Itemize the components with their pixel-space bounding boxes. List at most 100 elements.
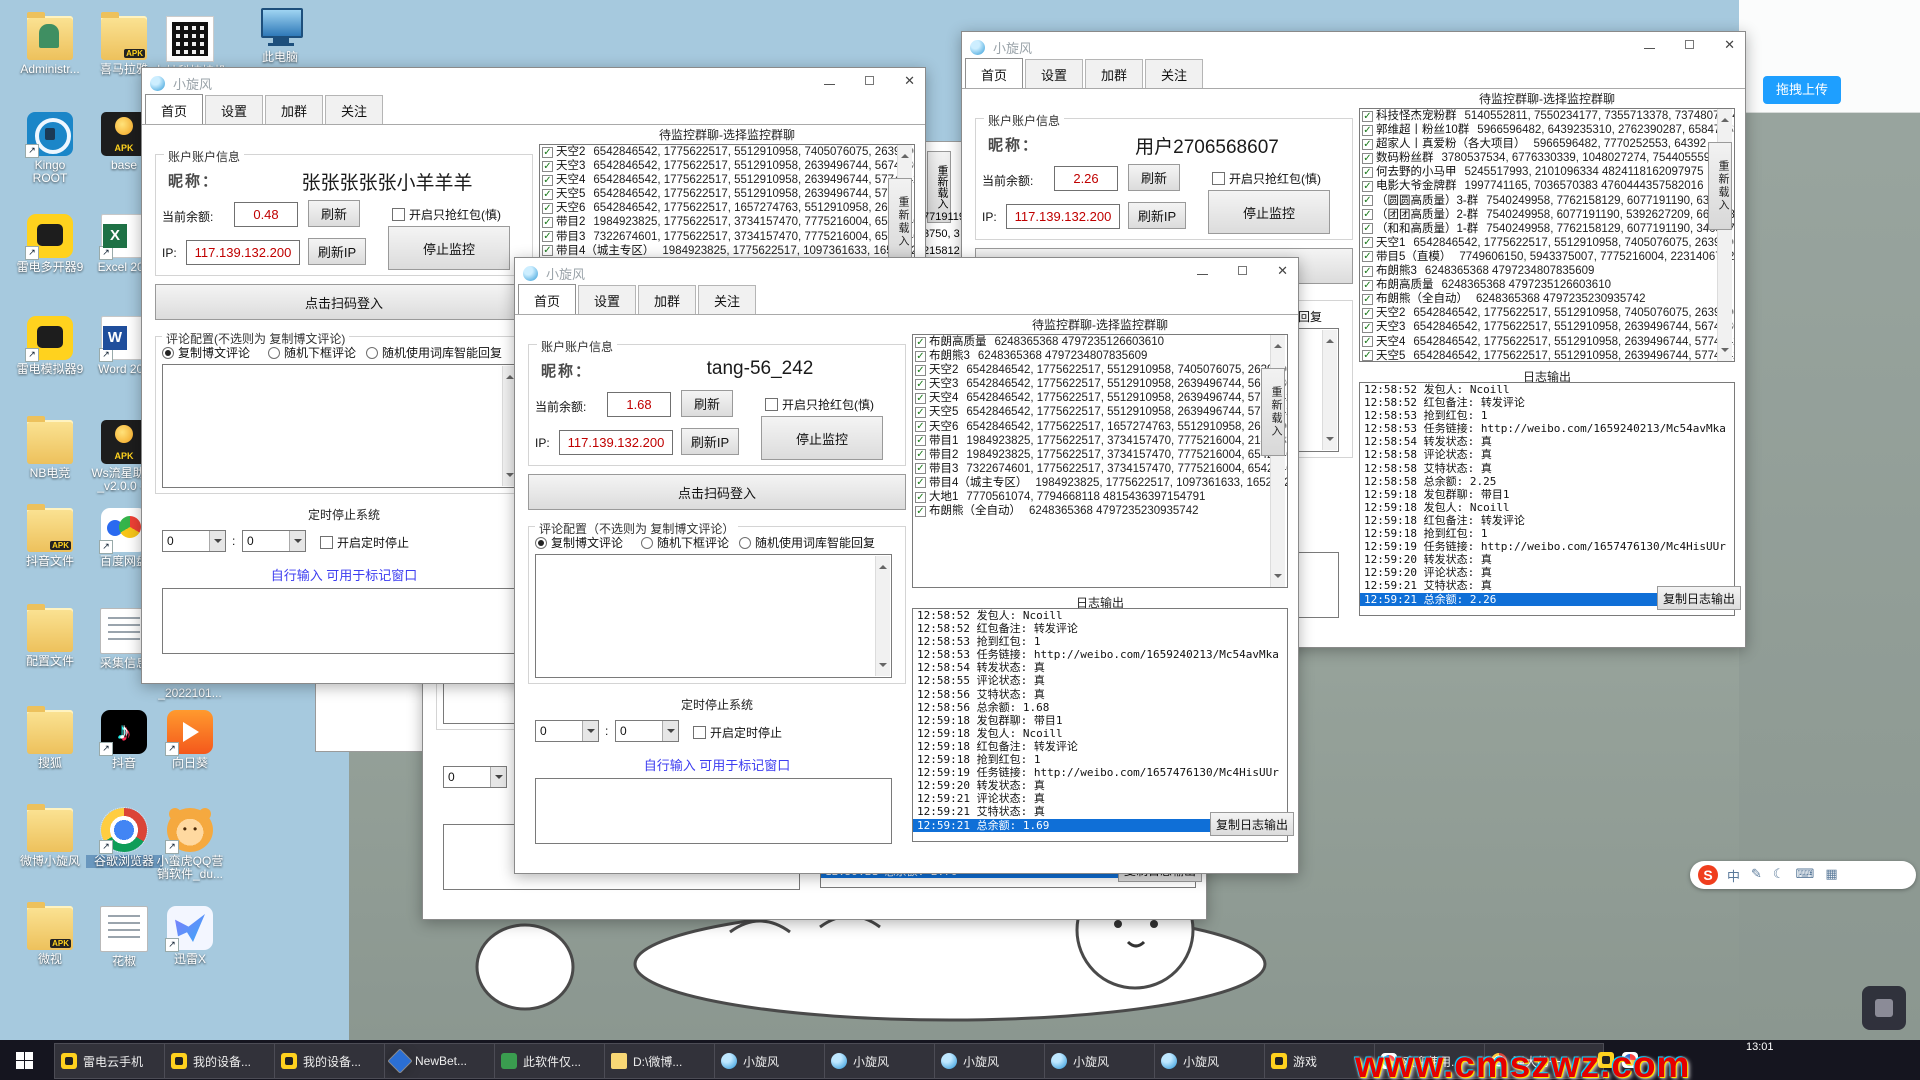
sun-icon[interactable]: ↗ [165, 710, 213, 756]
folderapk-icon[interactable] [101, 12, 147, 60]
group-list[interactable]: ✓ 科技怪杰宠粉群 5140552811, 7550234177, 73557133… [1359, 108, 1735, 362]
log-line[interactable]: 12:59:20 评论状态: 真 [1360, 566, 1734, 579]
refresh-button[interactable]: 刷新 [681, 390, 733, 417]
scroll-down-icon[interactable] [506, 473, 514, 481]
log-line[interactable]: 12:59:19 任务链接: http://weibo.com/16574761… [1360, 540, 1734, 553]
log-line[interactable]: 12:59:18 红包备注: 转发评论 [913, 740, 1287, 753]
checkbox-checked-icon[interactable]: ✓ [915, 350, 926, 362]
group-row[interactable]: ✓ 天空3 6542846542, 1775622517, 5512910958, … [1360, 320, 1734, 334]
checkbox-checked-icon[interactable]: ✓ [542, 231, 553, 243]
checkbox-checked-icon[interactable]: ✓ [1362, 181, 1373, 193]
checkbox-checked-icon[interactable]: ✓ [1362, 237, 1373, 249]
log-line[interactable]: 12:59:20 转发状态: 真 [1360, 553, 1734, 566]
scan-login-button[interactable]: 点击扫码登入 [155, 284, 533, 320]
checkbox-checked-icon[interactable]: ✓ [915, 463, 926, 475]
group-row[interactable]: ✓ 布朗熊（全自动） 6248365368 4797235230935742 [1360, 292, 1734, 306]
radio-selected-icon[interactable] [535, 536, 547, 549]
log-line[interactable]: 12:58:52 红包备注: 转发评论 [1360, 396, 1734, 409]
checkbox-checked-icon[interactable]: ✓ [915, 449, 926, 461]
scroll-down-icon[interactable] [879, 663, 887, 671]
log-line[interactable]: 12:58:53 任务链接: http://weibo.com/16592402… [1360, 422, 1734, 435]
log-line[interactable]: 12:58:55 评论状态: 真 [913, 674, 1287, 687]
taskbar-button-我的设备...[interactable]: 我的设备... [164, 1043, 284, 1079]
group-row[interactable]: ✓ 郭维超丨粉丝10群 5966596482, 6439235310, 276239… [1360, 123, 1734, 137]
checkbox-checked-icon[interactable]: ✓ [1362, 110, 1373, 122]
timer-enable-checkbox[interactable]: 开启定时停止 [320, 534, 409, 551]
group-row[interactable]: ✓ 电影大爷金牌群 1997741165, 7036570383 476044435… [1360, 179, 1734, 193]
stop-monitor-button[interactable]: 停止监控 [1208, 190, 1330, 234]
checkbox-checked-icon[interactable]: ✓ [915, 364, 926, 376]
group-row[interactable]: ✓ 带目4（城主专区） 1984923825, 1775622517, 109736… [540, 244, 914, 258]
radio-icon[interactable] [268, 346, 280, 359]
tiktok-icon[interactable]: ↗ [99, 710, 147, 756]
tab-0[interactable]: 首页 [518, 284, 577, 314]
comment-textarea[interactable] [162, 364, 519, 488]
scan-login-button[interactable]: 点击扫码登入 [528, 474, 906, 510]
comment-textarea[interactable] [535, 554, 892, 678]
ime-item-2[interactable]: ☾ [1773, 866, 1785, 885]
log-list[interactable]: 12:58:52 发包人: Ncoill 12:58:52 红包备注: 转发评论 1… [1359, 382, 1735, 616]
checkbox-checked-icon[interactable]: ✓ [1362, 195, 1373, 207]
checkbox-icon[interactable] [765, 398, 778, 411]
group-row[interactable]: ✓ 带目4（城主专区） 1984923825, 1775622517, 109736… [913, 476, 1287, 490]
scroll-up-icon[interactable] [1326, 335, 1334, 343]
group-row[interactable]: ✓ 天空4 6542846542, 1775622517, 5512910958, … [913, 391, 1287, 405]
group-row[interactable]: ✓ 布朗高质量 6248365368 4797235126603610 [1360, 278, 1734, 292]
group-row[interactable]: ✓ 天空2 6542846542, 1775622517, 5512910958, … [1360, 306, 1734, 320]
checkbox-checked-icon[interactable]: ✓ [915, 378, 926, 390]
log-line[interactable]: 12:59:18 发包人: Ncoill [1360, 501, 1734, 514]
group-row[interactable]: ✓ 天空5 6542846542, 1775622517, 5512910958, … [1360, 349, 1734, 361]
kingo-icon[interactable]: ↗ [25, 112, 73, 158]
log-line[interactable]: 12:58:56 总余额: 1.68 [913, 701, 1287, 714]
pc-icon[interactable] [257, 4, 303, 48]
group-row[interactable]: ✓ 天空2 6542846542, 1775622517, 5512910958, … [540, 145, 914, 159]
group-row[interactable]: ✓ 天空2 6542846542, 1775622517, 5512910958, … [913, 363, 1287, 377]
log-line[interactable]: 12:59:18 红包备注: 转发评论 [1360, 514, 1734, 527]
ld-icon[interactable]: ↗ [25, 214, 73, 260]
checkbox-checked-icon[interactable]: ✓ [542, 245, 553, 257]
group-row[interactable]: ✓ 带目3 7322674601, 1775622517, 3734157470, … [540, 230, 914, 244]
folder-icon[interactable] [27, 706, 73, 754]
checkbox-checked-icon[interactable]: ✓ [915, 505, 926, 517]
desktop-icon-花椒[interactable]: 花椒 [86, 906, 162, 968]
ip-field[interactable]: 117.139.132.200 [559, 430, 673, 455]
scroll-up-icon[interactable] [1274, 340, 1282, 348]
desktop-icon-Kingo[interactable]: ↗ Kingo ROOT [12, 112, 88, 185]
ime-toolbar[interactable]: S 中 ✎ ☾ ⌨ ▦ [1690, 861, 1916, 889]
group-row[interactable]: ✓ 科技怪杰宠粉群 5140552811, 7550234177, 73557133… [1360, 109, 1734, 123]
group-row[interactable]: ✓ 带目2 1984923825, 1775622517, 3734157470, … [913, 448, 1287, 462]
desktop-icon-迅雷X[interactable]: ↗ 迅雷X [152, 906, 228, 966]
radio-icon[interactable] [641, 536, 653, 549]
checkbox-checked-icon[interactable]: ✓ [1362, 350, 1373, 361]
ip-field[interactable]: 117.139.132.200 [1006, 204, 1120, 229]
radio-lexicon-reply[interactable]: 随机使用词库智能回复 [366, 344, 502, 361]
tab-2[interactable]: 加群 [638, 285, 697, 314]
log-line[interactable]: 12:58:54 转发状态: 真 [913, 661, 1287, 674]
group-row[interactable]: ✓ （团团高质量）2-群 7540249958, 6077191190, 53926… [1360, 208, 1734, 222]
refresh-button[interactable]: 刷新 [308, 200, 360, 227]
window-titlebar[interactable]: 小旋风 ✕ [515, 258, 1298, 288]
folderapk-icon[interactable] [27, 902, 73, 950]
radio-copy-comment[interactable]: 复制博文评论 [162, 344, 250, 361]
taskbar-button-小旋风[interactable]: 小旋风 [1044, 1043, 1164, 1079]
desktop-icon-向日葵[interactable]: ↗ 向日葵 [152, 710, 228, 770]
group-row[interactable]: ✓ 天空1 6542846542, 1775622517, 5512910958, … [1360, 236, 1734, 250]
log-line[interactable]: 12:59:21 评论状态: 真 [913, 792, 1287, 805]
checkbox-checked-icon[interactable]: ✓ [1362, 279, 1373, 291]
copy-log-button[interactable]: 复制日志输出 [1657, 586, 1741, 610]
desktop-icon-NB电竞[interactable]: NB电竞 [12, 416, 88, 480]
group-row[interactable]: ✓ 大地1 7770561074, 7794668118 4815436397154… [913, 490, 1287, 504]
group-row[interactable]: ✓ 布朗熊3 6248365368 4797234807835609 [1360, 264, 1734, 278]
group-row[interactable]: ✓ 天空3 6542846542, 1775622517, 5512910958, … [913, 377, 1287, 391]
timer-hour-dropdown[interactable]: 0 [443, 766, 507, 788]
scroll-down-icon[interactable] [1721, 348, 1729, 356]
window-titlebar[interactable]: 小旋风 ✕ [962, 32, 1745, 62]
desktop-icon-抖音[interactable]: ↗抖音 [86, 710, 162, 770]
taskbar-button-D:\微博...[interactable]: D:\微博... [604, 1043, 724, 1079]
tab-1[interactable]: 设置 [205, 95, 264, 124]
folderapk-icon[interactable] [27, 504, 73, 552]
ime-item-4[interactable]: ▦ [1825, 866, 1837, 885]
group-row[interactable]: ✓ 带目3 7322674601, 1775622517, 3734157470, … [913, 462, 1287, 476]
reload-list-button[interactable]: 重新载入 [1261, 368, 1285, 456]
log-line[interactable]: 12:59:18 发包群聊: 带目1 [913, 714, 1287, 727]
